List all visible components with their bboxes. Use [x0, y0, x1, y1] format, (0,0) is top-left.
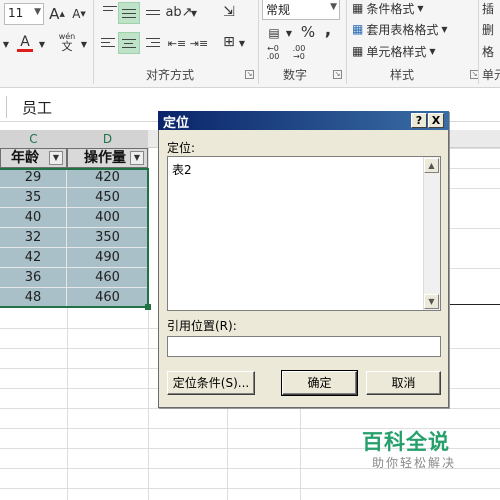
special-button[interactable]: 定位条件(S)... — [167, 371, 255, 395]
grid-line — [67, 308, 68, 500]
align-center-icon — [122, 39, 136, 51]
grid-line — [0, 328, 158, 329]
align-center-button[interactable] — [118, 32, 140, 54]
conditional-format-icon: ▦ — [352, 1, 364, 15]
align-right-icon[interactable] — [146, 38, 160, 50]
insert-cells-button[interactable]: 插 — [482, 0, 500, 16]
chevron-down-icon: ▼ — [330, 2, 337, 12]
grid-line — [449, 148, 500, 149]
shrink-font-button[interactable]: A ▼ — [70, 4, 88, 24]
cells-group-label: 单元 — [482, 68, 500, 82]
align-left-icon[interactable] — [101, 38, 115, 50]
increase-decimal-button[interactable]: ←0 .00 — [262, 44, 284, 62]
dialog-title: 定位 — [163, 116, 190, 131]
grid-line — [449, 304, 500, 305]
goto-list[interactable]: 表2 — [167, 156, 441, 311]
header-cell-age[interactable]: 年龄 ▼ — [0, 148, 67, 168]
reference-input[interactable] — [167, 336, 441, 357]
merge-dropdown[interactable]: ▼ — [238, 36, 246, 50]
delete-cells-button[interactable]: 删 — [482, 20, 500, 38]
number-format-value: 常规 — [266, 3, 291, 17]
alignment-launcher-icon[interactable]: ↘ — [245, 70, 254, 79]
number-launcher-icon[interactable]: ↘ — [333, 70, 342, 79]
font-color-dropdown[interactable]: ▼ — [38, 36, 46, 52]
accounting-dropdown[interactable]: ▼ — [285, 26, 293, 40]
header-cell-volume[interactable]: 操作量 ▼ — [67, 148, 148, 168]
grid-line — [449, 348, 500, 349]
reference-label: 引用位置(R): — [167, 319, 237, 333]
decrease-indent-icon[interactable]: ⇤≡ — [168, 34, 186, 52]
wrap-text-icon[interactable]: ⇲ — [218, 2, 240, 22]
list-item[interactable]: 表2 — [172, 161, 192, 178]
selection-border — [0, 168, 149, 308]
chevron-down-icon: ▼ — [429, 46, 436, 56]
filter-dropdown-icon[interactable]: ▼ — [49, 151, 63, 165]
formula-bar-value[interactable]: 员工 — [22, 97, 52, 118]
font-size-combo[interactable]: 11 ▼ — [4, 3, 44, 25]
help-button[interactable]: ? — [411, 113, 427, 128]
formula-bar-divider — [6, 96, 8, 118]
phonetic-button[interactable]: wén 文 — [56, 30, 78, 54]
number-format-combo[interactable]: 常规 ▼ — [262, 0, 340, 20]
column-header-c[interactable]: C — [0, 130, 67, 148]
vertical-scrollbar[interactable] — [423, 157, 440, 310]
align-middle-button[interactable] — [118, 2, 140, 24]
conditional-format-button[interactable]: ▦ 条件格式 ▼ — [352, 0, 462, 16]
font-color-swatch — [17, 48, 33, 52]
format-cells-button[interactable]: 格 — [482, 42, 500, 60]
scroll-up-icon[interactable]: ▲ — [424, 158, 439, 173]
close-button[interactable]: X — [428, 113, 444, 128]
grid-line — [300, 408, 301, 500]
accounting-format-icon[interactable]: ▤ — [264, 24, 284, 42]
grid-line — [0, 388, 158, 389]
selection-fill-handle[interactable] — [145, 304, 151, 310]
dialog-title-bar[interactable] — [158, 111, 449, 130]
orientation-dropdown[interactable]: ▼ — [190, 6, 198, 20]
increase-indent-icon[interactable]: ⇥≡ — [190, 34, 208, 52]
grid-line — [449, 188, 500, 189]
decrease-decimal-button[interactable]: .00 →0 — [288, 44, 310, 62]
alignment-group-label: 对齐方式 — [145, 68, 194, 82]
table-format-icon: ▦ — [352, 22, 364, 36]
grid-line — [449, 268, 500, 269]
cell-style-button[interactable]: ▦ 单元格样式 ▼ — [352, 42, 462, 60]
cell-style-icon: ▦ — [352, 44, 364, 58]
align-top-icon[interactable] — [103, 6, 117, 18]
grid-line — [0, 368, 158, 369]
ok-button[interactable]: 确定 — [281, 370, 358, 396]
align-bottom-icon[interactable] — [146, 10, 160, 22]
ribbon: 11 ▼ A ▲ A ▼ ▼ A ▼ wén 文 ▼ ab↗ ▼ ⇲ ⇤≡ ⇥≡ ⊞… — [0, 0, 500, 88]
watermark-tagline: 助你轻松解决 — [372, 456, 457, 470]
table-format-button[interactable]: ▦ 套用表格格式 ▼ — [352, 20, 462, 38]
styles-group-label: 样式 — [389, 68, 414, 82]
align-middle-icon — [122, 9, 136, 21]
watermark-logo: 百科全说 — [362, 430, 450, 454]
border-dropdown-arrow[interactable]: ▼ — [2, 36, 10, 52]
phonetic-dropdown[interactable]: ▼ — [80, 36, 88, 52]
grid-line — [227, 408, 228, 500]
filter-active-icon[interactable]: ▼ — [130, 151, 144, 165]
chevron-down-icon: ▼ — [417, 3, 424, 13]
column-header-d[interactable]: D — [67, 130, 148, 148]
orientation-icon[interactable]: ab↗ — [165, 2, 192, 22]
number-group-label: 数字 — [282, 68, 307, 82]
percent-button[interactable]: % — [299, 22, 317, 42]
chevron-down-icon: ▼ — [441, 24, 448, 34]
grid-line — [449, 388, 500, 389]
grid-line — [0, 488, 500, 489]
font-size-value: 11 — [8, 6, 24, 20]
merge-cells-icon[interactable]: ⊞ — [220, 32, 238, 52]
grid-line — [0, 408, 500, 409]
grow-font-button[interactable]: A ▲ — [48, 4, 66, 24]
grid-line — [449, 228, 500, 229]
goto-label: 定位: — [167, 141, 196, 155]
grid-line — [449, 168, 500, 169]
grid-line — [0, 348, 158, 349]
scroll-down-icon[interactable]: ▼ — [424, 294, 439, 309]
font-color-button[interactable]: A — [14, 32, 36, 54]
chevron-down-icon: ▼ — [34, 7, 41, 17]
cancel-button[interactable]: 取消 — [366, 371, 441, 395]
comma-button[interactable]: , — [321, 20, 335, 40]
